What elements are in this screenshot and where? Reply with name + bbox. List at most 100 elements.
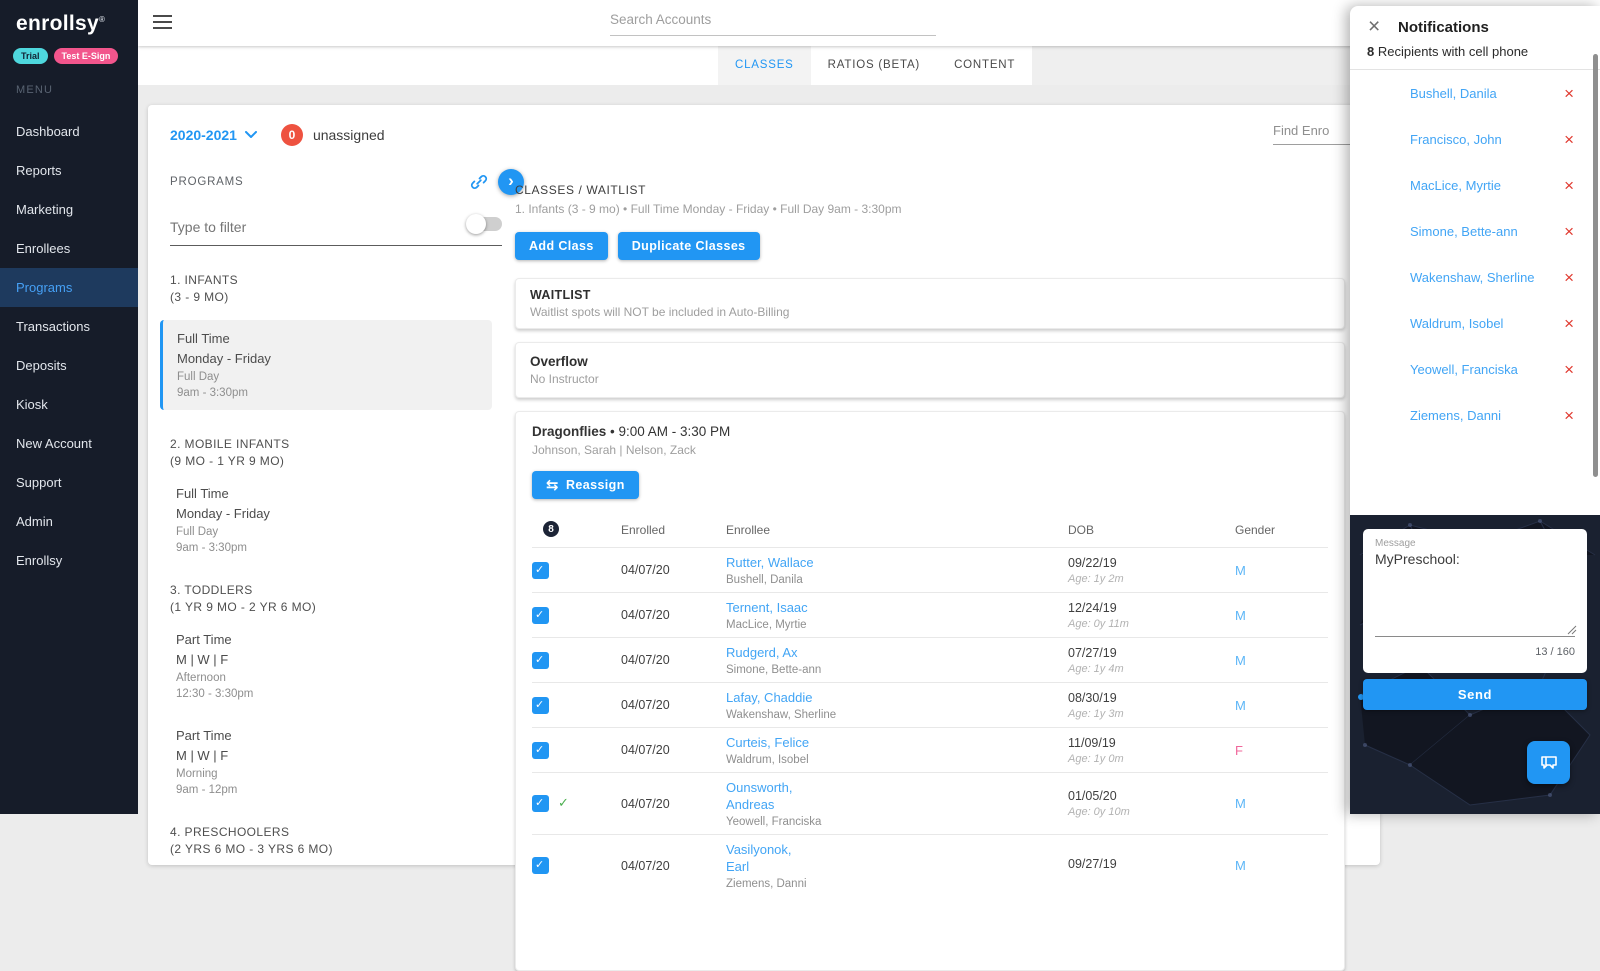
panel-scrollbar[interactable]: [1593, 54, 1598, 477]
program-schedule-card[interactable]: Part Time M | W | F Morning 9am - 12pm: [176, 726, 502, 798]
remove-recipient-icon[interactable]: ×: [1564, 85, 1574, 102]
enrollee-name-link[interactable]: Ounsworth, Andreas: [726, 779, 818, 813]
row-checkbox[interactable]: [532, 857, 549, 874]
school-year-selector[interactable]: 2020-2021: [170, 127, 257, 143]
row-checkbox[interactable]: [532, 607, 549, 624]
reassign-button[interactable]: ⇆ Reassign: [532, 471, 639, 499]
notifications-header: × Notifications 8 Recipients with cell p…: [1350, 6, 1600, 70]
recipient-name-link[interactable]: Simone, Bette-ann: [1410, 224, 1564, 239]
sidebar-item[interactable]: Kiosk: [0, 385, 138, 424]
remove-recipient-icon[interactable]: ×: [1564, 177, 1574, 194]
enrollee-name-link[interactable]: Rudgerd, Ax: [726, 644, 798, 661]
toggle-thumb: [466, 214, 486, 234]
chevron-right-icon: ›: [508, 171, 514, 191]
sidebar-item[interactable]: Programs: [0, 268, 138, 307]
dob-value: 07/27/19: [1068, 646, 1235, 660]
message-field-label: Message: [1375, 538, 1575, 549]
program-filter-input[interactable]: [170, 217, 502, 246]
sidebar-item[interactable]: Deposits: [0, 346, 138, 385]
tab[interactable]: RATIOS (BETA): [811, 46, 937, 85]
enrollee-name-link[interactable]: Lafay, Chaddie: [726, 689, 813, 706]
class-time: • 9:00 AM - 3:30 PM: [606, 424, 730, 439]
resize-handle-icon[interactable]: [1567, 625, 1577, 635]
sidebar-item[interactable]: Reports: [0, 151, 138, 190]
row-checkbox[interactable]: [532, 697, 549, 714]
waitlist-card[interactable]: WAITLIST Waitlist spots will NOT be incl…: [515, 278, 1345, 329]
column-header-dob: DOB: [1068, 523, 1235, 537]
program-schedule-card[interactable]: Full Time Monday - Friday Full Day 9am -…: [160, 320, 492, 410]
row-checkbox[interactable]: [532, 742, 549, 759]
message-textarea[interactable]: MyPreschool:: [1375, 551, 1575, 629]
sidebar-item[interactable]: Enrollees: [0, 229, 138, 268]
enrollee-parent: Ziemens, Danni: [726, 878, 1068, 890]
row-checkbox[interactable]: [532, 795, 549, 812]
sidebar-item[interactable]: Support: [0, 463, 138, 502]
schedule-session: Full Day: [176, 524, 502, 540]
row-checkbox[interactable]: [532, 652, 549, 669]
enrolled-date: 04/07/20: [621, 797, 726, 811]
enrollee-parent: Waldrum, Isobel: [726, 754, 1068, 766]
chat-bubbles-icon: [1538, 752, 1560, 774]
character-counter: 13 / 160: [1535, 646, 1575, 658]
recipient-name-link[interactable]: MacLice, Myrtie: [1410, 178, 1564, 193]
recipient-name-link[interactable]: Waldrum, Isobel: [1410, 316, 1564, 331]
enrollee-name-link[interactable]: Curteis, Felice: [726, 734, 809, 751]
remove-recipient-icon[interactable]: ×: [1564, 223, 1574, 240]
enrollee-parent: Bushell, Danila: [726, 574, 1068, 586]
chat-fab-button[interactable]: [1527, 741, 1570, 784]
overflow-card[interactable]: Overflow No Instructor: [515, 342, 1345, 398]
sidebar-item[interactable]: Admin: [0, 502, 138, 541]
recipient-row: Simone, Bette-ann ×: [1350, 208, 1600, 254]
account-badges: TrialTest E-Sign: [0, 36, 138, 64]
hamburger-menu-icon[interactable]: [153, 15, 172, 33]
close-icon[interactable]: ×: [1368, 15, 1380, 39]
enrollee-row: ✓ 04/07/20 Rutter, Wallace Bushell, Dani…: [532, 547, 1328, 592]
recipient-name-link[interactable]: Ziemens, Danni: [1410, 408, 1564, 423]
tab[interactable]: CONTENT: [937, 46, 1032, 85]
remove-recipient-icon[interactable]: ×: [1564, 131, 1574, 148]
tab[interactable]: CLASSES: [718, 46, 811, 85]
remove-recipient-icon[interactable]: ×: [1564, 407, 1574, 424]
search-accounts-input[interactable]: [610, 8, 936, 36]
schedule-session: Full Day: [177, 369, 478, 385]
programs-panel: PROGRAMS › 1. INFANTS: [170, 169, 502, 884]
remove-recipient-icon[interactable]: ×: [1564, 269, 1574, 286]
sidebar-item[interactable]: New Account: [0, 424, 138, 463]
filter-toggle[interactable]: [468, 217, 502, 231]
link-icon[interactable]: [469, 172, 489, 192]
enrollee-name-link[interactable]: Vasilyonok, Earl: [726, 841, 818, 875]
enrolled-date: 04/07/20: [621, 859, 726, 873]
dob-value: 08/30/19: [1068, 691, 1235, 705]
recipient-name-link[interactable]: Wakenshaw, Sherline: [1410, 270, 1564, 285]
program-schedule-card[interactable]: Part Time M | W | F Afternoon 12:30 - 3:…: [176, 630, 502, 702]
recipient-name-link[interactable]: Bushell, Danila: [1410, 86, 1564, 101]
enrollee-name-link[interactable]: Rutter, Wallace: [726, 554, 814, 571]
remove-recipient-icon[interactable]: ×: [1564, 315, 1574, 332]
row-checkbox[interactable]: [532, 562, 549, 579]
enrolled-date: 04/07/20: [621, 563, 726, 577]
send-button[interactable]: Send: [1363, 679, 1587, 710]
dob-value: 09/27/19: [1068, 857, 1235, 871]
program-name: 4. PRESCHOOLERS: [170, 824, 502, 841]
class-instructors: Johnson, Sarah | Nelson, Zack: [532, 443, 1328, 457]
remove-recipient-icon[interactable]: ×: [1564, 361, 1574, 378]
enrollee-parent: Wakenshaw, Sherline: [726, 709, 1068, 721]
program-group: 2. MOBILE INFANTS (9 MO - 1 YR 9 MO) Ful…: [170, 436, 502, 556]
schedule-days: M | W | F: [176, 746, 502, 766]
sidebar-item[interactable]: Marketing: [0, 190, 138, 229]
sidebar-item[interactable]: Transactions: [0, 307, 138, 346]
add-class-button[interactable]: Add Class: [515, 232, 608, 260]
enrollee-name-link[interactable]: Ternent, Isaac: [726, 599, 808, 616]
unassigned-count-badge: 0: [281, 124, 303, 146]
enrollee-table: 8 Enrolled Enrollee DOB Gender ✓: [532, 513, 1328, 896]
notifications-panel: × Notifications 8 Recipients with cell p…: [1350, 6, 1600, 814]
sidebar-item[interactable]: Dashboard: [0, 112, 138, 151]
program-schedule-card[interactable]: Full Time Monday - Friday Full Day 9am -…: [176, 484, 502, 556]
overflow-subtitle: No Instructor: [530, 372, 1330, 386]
sidebar-item[interactable]: Enrollsy: [0, 541, 138, 580]
duplicate-classes-button[interactable]: Duplicate Classes: [618, 232, 760, 260]
program-group: 4. PRESCHOOLERS (2 YRS 6 MO - 3 YRS 6 MO…: [170, 824, 502, 858]
recipient-name-link[interactable]: Yeowell, Franciska: [1410, 362, 1564, 377]
column-header-enrolled: Enrolled: [621, 523, 726, 537]
recipient-name-link[interactable]: Francisco, John: [1410, 132, 1564, 147]
